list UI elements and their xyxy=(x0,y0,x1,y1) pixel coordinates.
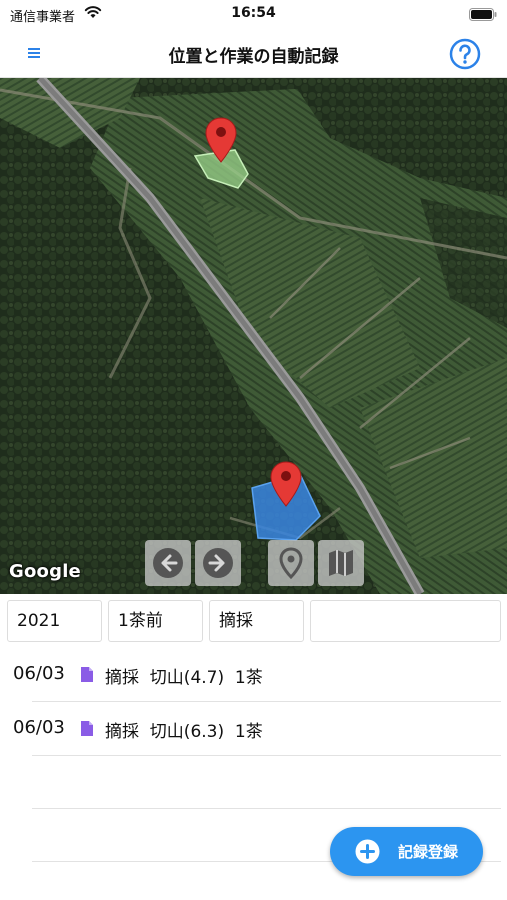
location-button[interactable] xyxy=(268,540,314,586)
year-select[interactable]: 2021 xyxy=(7,600,102,642)
work-type-select[interactable]: 摘採 xyxy=(209,600,304,642)
divider xyxy=(32,755,501,756)
folded-map-icon xyxy=(329,550,353,576)
google-attribution: Google xyxy=(9,561,81,582)
season-select[interactable]: 1茶前 xyxy=(108,600,203,642)
record-description: 摘採 切山(6.3) 1茶 xyxy=(105,722,263,742)
battery-icon xyxy=(469,8,497,21)
record-date: 06/03 xyxy=(13,663,65,684)
navigation-bar: 位置と作業の自動記録 xyxy=(0,30,507,78)
satellite-map[interactable]: Google xyxy=(0,78,507,594)
arrow-right-icon xyxy=(203,548,233,578)
add-record-button[interactable]: 記録登録 xyxy=(330,827,483,876)
map-view-button[interactable] xyxy=(318,540,364,586)
clock: 16:54 xyxy=(231,5,276,21)
status-bar: 通信事業者 16:54 xyxy=(0,0,507,30)
add-record-label: 記録登録 xyxy=(398,843,459,861)
record-date: 06/03 xyxy=(13,717,65,738)
next-button[interactable] xyxy=(195,540,241,586)
document-icon xyxy=(81,667,93,682)
divider xyxy=(32,808,501,809)
map-imagery xyxy=(0,78,507,594)
record-description: 摘採 切山(4.7) 1茶 xyxy=(105,668,263,688)
record-row[interactable]: 06/03 摘採 切山(4.7) 1茶 xyxy=(0,648,507,701)
page-title: 位置と作業の自動記録 xyxy=(168,47,339,67)
map-pin-icon xyxy=(279,547,303,580)
previous-button[interactable] xyxy=(145,540,191,586)
help-icon[interactable] xyxy=(449,38,481,70)
extra-filter-select[interactable] xyxy=(310,600,501,642)
arrow-left-icon xyxy=(153,548,183,578)
plus-circle-icon xyxy=(355,839,380,864)
document-icon xyxy=(81,721,93,736)
record-row[interactable]: 06/03 摘採 切山(6.3) 1茶 xyxy=(0,702,507,755)
